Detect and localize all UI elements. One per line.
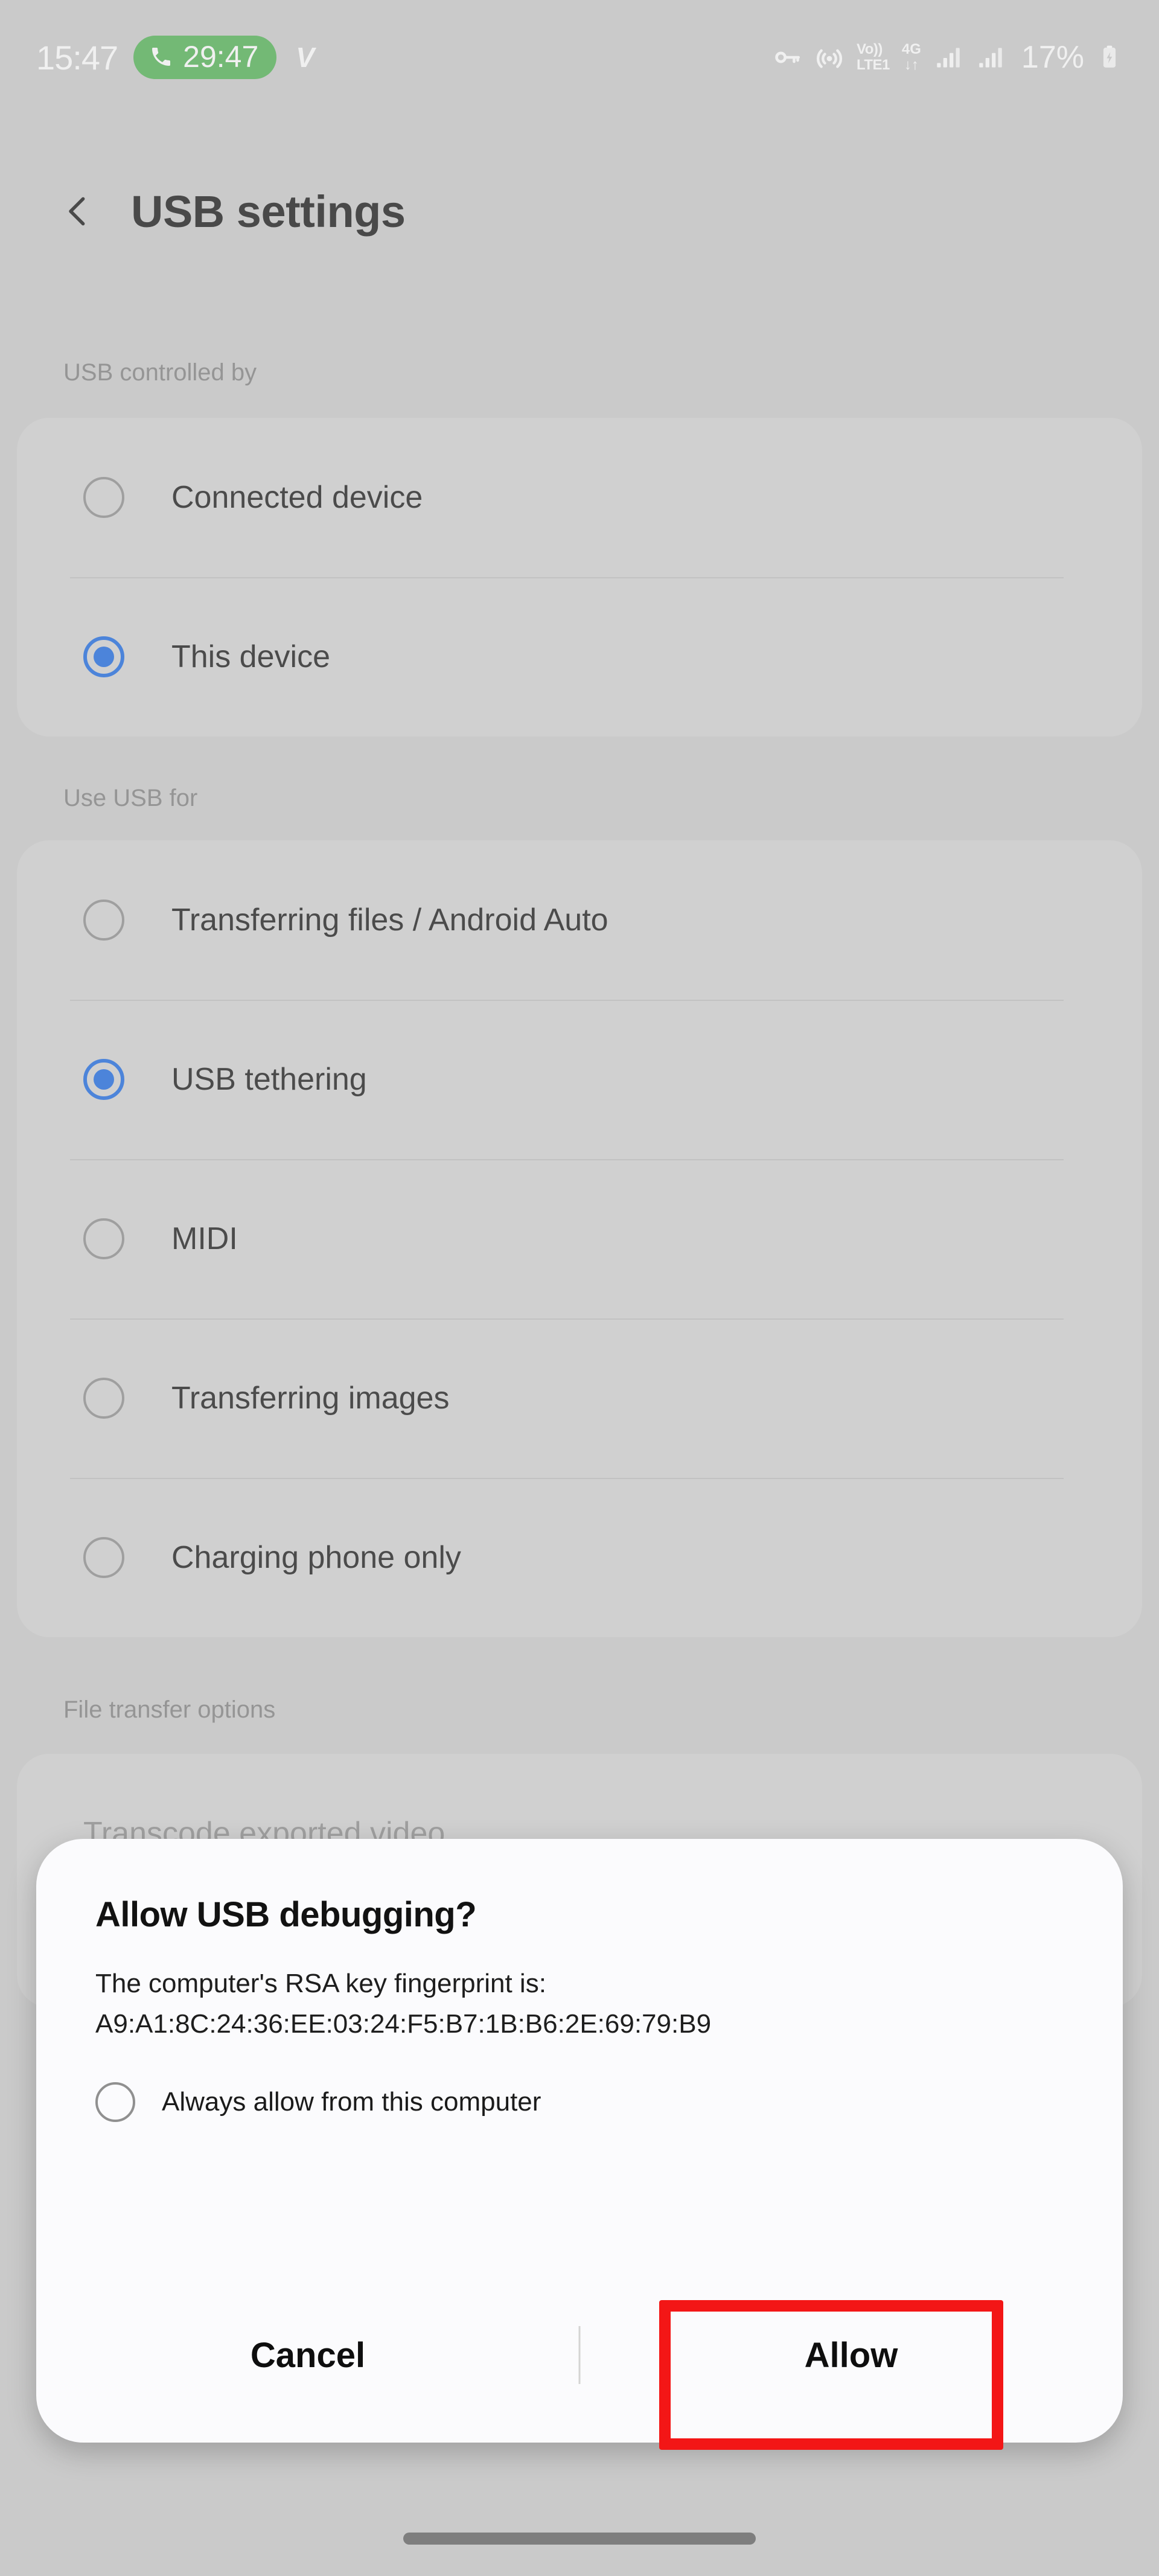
radio-row-transferring-files[interactable]: Transferring files / Android Auto [17,840,1142,1000]
radio-transferring-images[interactable] [83,1378,124,1419]
signal-bars-sim2-icon [975,42,1006,72]
status-clock: 15:47 [36,38,118,77]
radio-label-usb-tethering: USB tethering [171,1062,367,1097]
volte-bottom-label: LTE1 [857,57,890,73]
signal-bars-sim1-icon [933,42,963,72]
radio-label-charging-phone-only: Charging phone only [171,1540,461,1575]
home-gesture-bar[interactable] [403,2533,756,2545]
network-type-label: 4G [901,41,921,58]
usb-debugging-dialog: Allow USB debugging? The computer's RSA … [36,1839,1123,2443]
volte-indicator: Vo)) LTE1 [857,42,890,73]
card-use-usb-for: Transferring files / Android Auto USB te… [17,840,1142,1637]
vpn-v-icon: V [296,42,314,73]
phone-call-icon [149,45,173,69]
radio-midi[interactable] [83,1218,124,1259]
radio-row-transferring-images[interactable]: Transferring images [17,1318,1142,1478]
allow-button[interactable]: Allow [580,2268,1123,2443]
radio-row-connected-device[interactable]: Connected device [17,418,1142,577]
always-allow-row[interactable]: Always allow from this computer [36,2082,1123,2122]
volte-top-label: Vo)) [857,41,883,58]
page-title: USB settings [131,186,406,237]
radio-row-midi[interactable]: MIDI [17,1159,1142,1318]
radio-connected-device[interactable] [83,477,124,518]
dialog-fingerprint-prompt: The computer's RSA key fingerprint is: [95,1969,546,1998]
phone-screen: 15:47 29:47 V Vo)) LTE1 4G ↓↑ 17% USB se… [0,0,1159,2576]
dialog-button-bar: Cancel Allow [36,2268,1123,2443]
network-type-indicator: 4G ↓↑ [902,42,921,73]
radio-charging-phone-only[interactable] [83,1537,124,1578]
key-icon [772,42,802,72]
hotspot-icon [814,42,845,72]
data-arrows-icon: ↓↑ [904,57,919,73]
card-usb-controlled-by: Connected device This device [17,418,1142,737]
radio-label-connected-device: Connected device [171,480,423,515]
battery-charging-icon [1096,40,1123,75]
dialog-fingerprint-value: A9:A1:8C:24:36:EE:03:24:F5:B7:1B:B6:2E:6… [95,2009,712,2039]
back-chevron-icon[interactable] [57,191,97,231]
always-allow-label: Always allow from this computer [162,2086,541,2117]
section-label-file-transfer-options: File transfer options [63,1696,276,1723]
status-bar-left: 15:47 29:47 V [36,36,314,79]
always-allow-checkbox[interactable] [95,2082,135,2122]
radio-label-transferring-files: Transferring files / Android Auto [171,903,608,938]
call-duration: 29:47 [183,40,259,74]
radio-this-device[interactable] [83,636,124,677]
status-bar: 15:47 29:47 V Vo)) LTE1 4G ↓↑ 17% [0,0,1159,115]
radio-label-transferring-images: Transferring images [171,1381,450,1416]
battery-percent-label: 17% [1021,40,1084,75]
radio-row-usb-tethering[interactable]: USB tethering [17,1000,1142,1159]
status-bar-right: Vo)) LTE1 4G ↓↑ 17% [772,39,1123,75]
dialog-body: The computer's RSA key fingerprint is: A… [36,1964,1123,2045]
page-header: USB settings [0,154,1159,269]
radio-transferring-files[interactable] [83,900,124,941]
dialog-title: Allow USB debugging? [95,1895,477,1934]
section-label-usb-controlled-by: USB controlled by [63,359,257,386]
radio-row-this-device[interactable]: This device [17,577,1142,737]
section-label-use-usb-for: Use USB for [63,785,198,811]
radio-usb-tethering[interactable] [83,1059,124,1100]
radio-label-this-device: This device [171,639,330,674]
radio-label-midi: MIDI [171,1221,238,1256]
radio-row-charging-phone-only[interactable]: Charging phone only [17,1478,1142,1637]
ongoing-call-pill[interactable]: 29:47 [133,36,277,79]
cancel-button[interactable]: Cancel [36,2268,580,2443]
